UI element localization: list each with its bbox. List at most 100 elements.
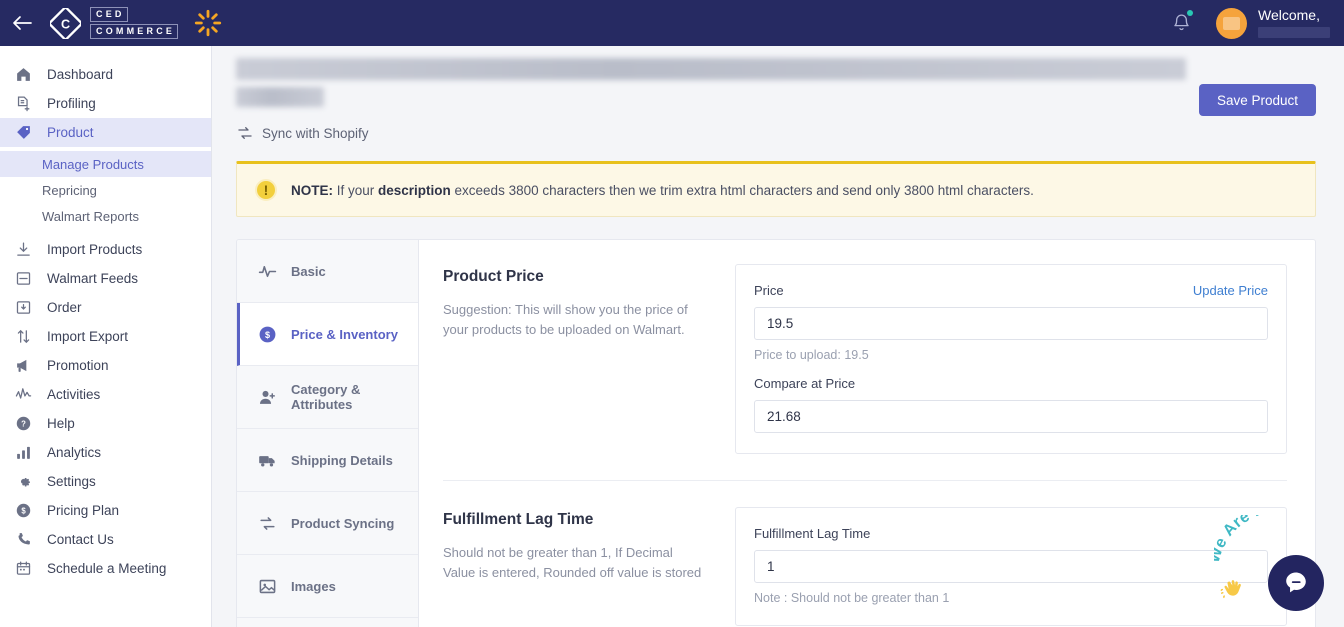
page-header: Sync with Shopify Save Product — [212, 46, 1344, 142]
note-prefix: NOTE: — [291, 182, 333, 198]
sync-label: Sync with Shopify — [262, 125, 369, 141]
sidebar-label: Import Products — [47, 241, 143, 257]
price-label: Price — [754, 283, 784, 298]
price-input[interactable] — [754, 307, 1268, 340]
tab-basic[interactable]: Basic — [237, 240, 418, 303]
svg-text:C: C — [61, 17, 70, 31]
product-price-description-block: Product Price Suggestion: This will show… — [443, 264, 705, 454]
save-product-button[interactable]: Save Product — [1198, 84, 1316, 116]
sidebar-label: Product — [47, 124, 94, 140]
fulfillment-lag-time-label: Fulfillment Lag Time — [754, 526, 871, 541]
svg-text:$: $ — [21, 507, 26, 516]
sidebar-label: Activities — [47, 386, 101, 402]
tab-label: Category & Attributes — [291, 382, 361, 412]
welcome-label: Welcome, — [1258, 7, 1320, 23]
sidebar-item-import-products[interactable]: Import Products — [0, 235, 211, 264]
tab-images[interactable]: Images — [237, 555, 418, 618]
sidebar-subitem-manage-products[interactable]: Manage Products — [0, 151, 211, 177]
back-arrow-icon[interactable] — [0, 0, 44, 46]
price-field-panel: Price Update Price Price to upload: 19.5… — [735, 264, 1287, 454]
walmart-spark-icon — [194, 9, 222, 37]
product-price-fields: Price Update Price Price to upload: 19.5… — [735, 264, 1287, 454]
tab-label: Shipping Details — [291, 452, 393, 468]
account-name-redacted — [1258, 27, 1330, 38]
note-banner: ! NOTE: If your description exceeds 3800… — [236, 161, 1316, 217]
sidebar-item-contact-us[interactable]: Contact Us — [0, 525, 211, 554]
dollar-circle-icon: $ — [257, 324, 278, 345]
tab-label: Basic — [291, 263, 326, 279]
sidebar-label: Walmart Feeds — [47, 270, 139, 286]
sidebar-sublabel: Walmart Reports — [42, 208, 140, 224]
avatar[interactable] — [1216, 7, 1247, 39]
lag-fields: Fulfillment Lag Time Note : Should not b… — [735, 507, 1287, 626]
header-right-cluster: Welcome, — [1158, 0, 1344, 46]
sidebar-label: Analytics — [47, 444, 102, 460]
tab-label: Price & Inventory — [291, 326, 398, 342]
sidebar-label: Pricing Plan — [47, 502, 120, 518]
fulfillment-lag-time-title: Fulfillment Lag Time — [443, 511, 594, 528]
page-title-redacted — [236, 58, 1186, 80]
tab-list: Basic $ Price & Inventory Category & Att… — [237, 240, 419, 627]
sync-with-shopify-button[interactable]: Sync with Shopify — [236, 124, 1320, 142]
compare-at-price-input[interactable] — [754, 400, 1268, 433]
sidebar-item-help[interactable]: ? Help — [0, 409, 211, 438]
welcome-block: Welcome, — [1258, 8, 1336, 38]
bell-icon[interactable] — [1158, 0, 1204, 46]
sidebar-item-import-export[interactable]: Import Export — [0, 322, 211, 351]
fulfillment-lag-time-description: Should not be greater than 1, If Decimal… — [443, 545, 702, 580]
inbox-icon — [12, 268, 34, 290]
fulfillment-lag-time-input[interactable] — [754, 550, 1268, 583]
lag-field-panel: Fulfillment Lag Time Note : Should not b… — [735, 507, 1287, 626]
note-text: NOTE: If your description exceeds 3800 c… — [291, 183, 1034, 198]
sidebar-item-pricing-plan[interactable]: $ Pricing Plan — [0, 496, 211, 525]
tab-label: Product Syncing — [291, 515, 395, 531]
compare-price-field-head: Compare at Price — [754, 376, 1268, 391]
sidebar-item-product[interactable]: Product — [0, 118, 211, 147]
price-to-upload-hint: Price to upload: 19.5 — [754, 348, 869, 362]
sidebar-label: Settings — [47, 473, 96, 489]
download-icon — [12, 239, 34, 261]
price-field-head: Price Update Price — [754, 283, 1268, 298]
fulfillment-lag-time-hint: Note : Should not be greater than 1 — [754, 591, 950, 605]
brand-word-bottom: COMMERCE — [90, 24, 178, 39]
chat-bubble-button[interactable] — [1268, 555, 1324, 611]
question-circle-icon: ? — [12, 413, 34, 435]
sidebar-subitem-walmart-reports[interactable]: Walmart Reports — [0, 203, 211, 229]
sidebar-item-promotion[interactable]: Promotion — [0, 351, 211, 380]
tab-price-and-inventory[interactable]: $ Price & Inventory — [237, 303, 418, 366]
sidebar-label: Profiling — [47, 95, 96, 111]
tab-label: Images — [291, 578, 336, 594]
sidebar-subitem-repricing[interactable]: Repricing — [0, 177, 211, 203]
update-price-link[interactable]: Update Price — [1193, 283, 1268, 298]
chat-bubble-icon — [1286, 572, 1306, 593]
tab-shipping-details[interactable]: Shipping Details — [237, 429, 418, 492]
sidebar-item-dashboard[interactable]: Dashboard — [0, 60, 211, 89]
svg-text:?: ? — [21, 420, 26, 429]
sidebar-item-order[interactable]: Order — [0, 293, 211, 322]
sidebar-item-schedule-a-meeting[interactable]: Schedule a Meeting — [0, 554, 211, 583]
svg-text:$: $ — [265, 329, 270, 339]
page-title — [236, 58, 1320, 107]
tab-product-syncing[interactable]: Product Syncing — [237, 492, 418, 555]
section-divider — [443, 480, 1287, 481]
order-box-icon — [12, 297, 34, 319]
tab-category-and-attributes[interactable]: Category & Attributes — [237, 366, 418, 429]
pulse-icon — [257, 261, 278, 282]
top-header-bar: C CED COMMERCE Welcome, — [0, 0, 1344, 46]
sidebar-sublabel: Repricing — [42, 182, 97, 198]
sidebar-label: Import Export — [47, 328, 129, 344]
tag-icon — [12, 122, 34, 144]
sidebar-item-activities[interactable]: Activities — [0, 380, 211, 409]
sidebar-item-settings[interactable]: Settings — [0, 467, 211, 496]
note-bold-word: description — [378, 182, 451, 198]
sidebar-label: Promotion — [47, 357, 109, 373]
sidebar: Dashboard Profiling Product Manage Produ… — [0, 46, 212, 627]
home-icon — [12, 64, 34, 86]
sidebar-item-profiling[interactable]: Profiling — [0, 89, 211, 118]
compare-at-price-label: Compare at Price — [754, 376, 856, 391]
sidebar-item-walmart-feeds[interactable]: Walmart Feeds — [0, 264, 211, 293]
exclamation-circle-icon: ! — [255, 179, 277, 201]
sidebar-item-analytics[interactable]: Analytics — [0, 438, 211, 467]
brand-logo[interactable]: C CED COMMERCE — [50, 7, 178, 39]
brand-word-top: CED — [90, 7, 128, 22]
